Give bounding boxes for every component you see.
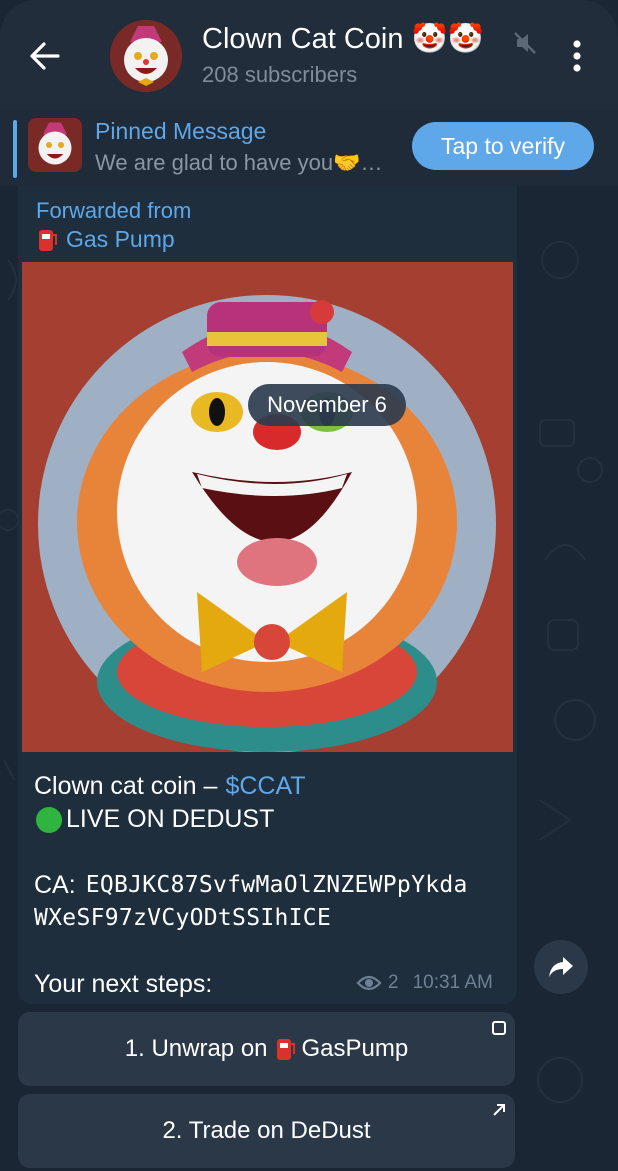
ticker-link[interactable]: $CCAT [225,770,305,803]
steps-label: Your next steps: [34,970,213,998]
message-text: Clown cat coin – $CCAT LIVE ON DEDUST CA… [34,770,468,1001]
trade-label: 2. Trade on DeDust [162,1117,371,1144]
web-app-icon [492,1021,506,1035]
pinned-message-bar[interactable]: Pinned Message We are glad to have you🤝…… [0,110,618,186]
message-time: 10:31 AM [412,972,493,993]
contract-address-part2[interactable]: WXeSF97zVCyODtSSIhICE [34,902,331,935]
gas-pump-icon [39,229,57,251]
subscriber-count: 208 subscribers [202,62,358,87]
date-badge: November 6 [248,384,406,426]
gaspump-label: GasPump [301,1035,409,1062]
forwarded-label: Forwarded from [36,198,192,223]
external-link-icon [493,1104,505,1116]
message-image[interactable] [22,262,513,752]
pinned-preview: We are glad to have you🤝… [95,150,383,175]
contract-label: CA: [34,871,76,899]
more-vert-icon [573,40,581,72]
unwrap-label: 1. Unwrap on [124,1035,268,1062]
pinned-indicator [13,120,17,178]
message-title-line: Clown cat coin – $CCAT [34,770,468,803]
message-bubble[interactable]: Forwarded from Gas Pump November 6 Clown… [18,186,517,1004]
contract-line-2: WXeSF97zVCyODtSSIhICE [34,902,468,935]
muted-icon [512,30,538,56]
live-status-line: LIVE ON DEDUST [34,803,468,836]
forwarded-source-name: Gas Pump [66,226,175,252]
contract-line: CA: EQBJKC87SvfwMaOlZNZEWPpYkda [34,869,468,902]
clown-cat-image [22,262,513,752]
channel-avatar[interactable] [110,20,182,92]
share-arrow-icon [549,957,573,977]
message-meta: 2 10:31 AM [356,972,493,994]
green-circle-icon [36,806,62,833]
coin-name: Clown cat coin – [34,772,218,800]
trade-on-dedust-button[interactable]: 2. Trade on DeDust [18,1094,515,1168]
clown-cat-avatar-image [110,20,182,92]
back-button[interactable] [26,38,66,74]
gas-pump-icon [276,1039,295,1060]
channel-title[interactable]: Clown Cat Coin 🤡🤡 [202,22,484,56]
forward-share-button[interactable] [534,940,588,994]
more-options-button[interactable] [560,36,594,76]
unwrap-on-gaspump-button[interactable]: 1. Unwrap on GasPump [18,1012,515,1086]
back-arrow-icon [30,42,60,70]
view-count: 2 [388,972,399,993]
tap-to-verify-button[interactable]: Tap to verify [412,122,594,170]
live-status: LIVE ON DEDUST [66,805,275,833]
views-eye-icon [356,975,382,991]
chat-header: Clown Cat Coin 🤡🤡 208 subscribers [0,0,618,110]
pinned-thumbnail [28,118,82,172]
pinned-title: Pinned Message [95,118,267,144]
forwarded-source[interactable]: Gas Pump [36,226,175,253]
contract-address-part1[interactable]: EQBJKC87SvfwMaOlZNZEWPpYkda [86,869,468,902]
